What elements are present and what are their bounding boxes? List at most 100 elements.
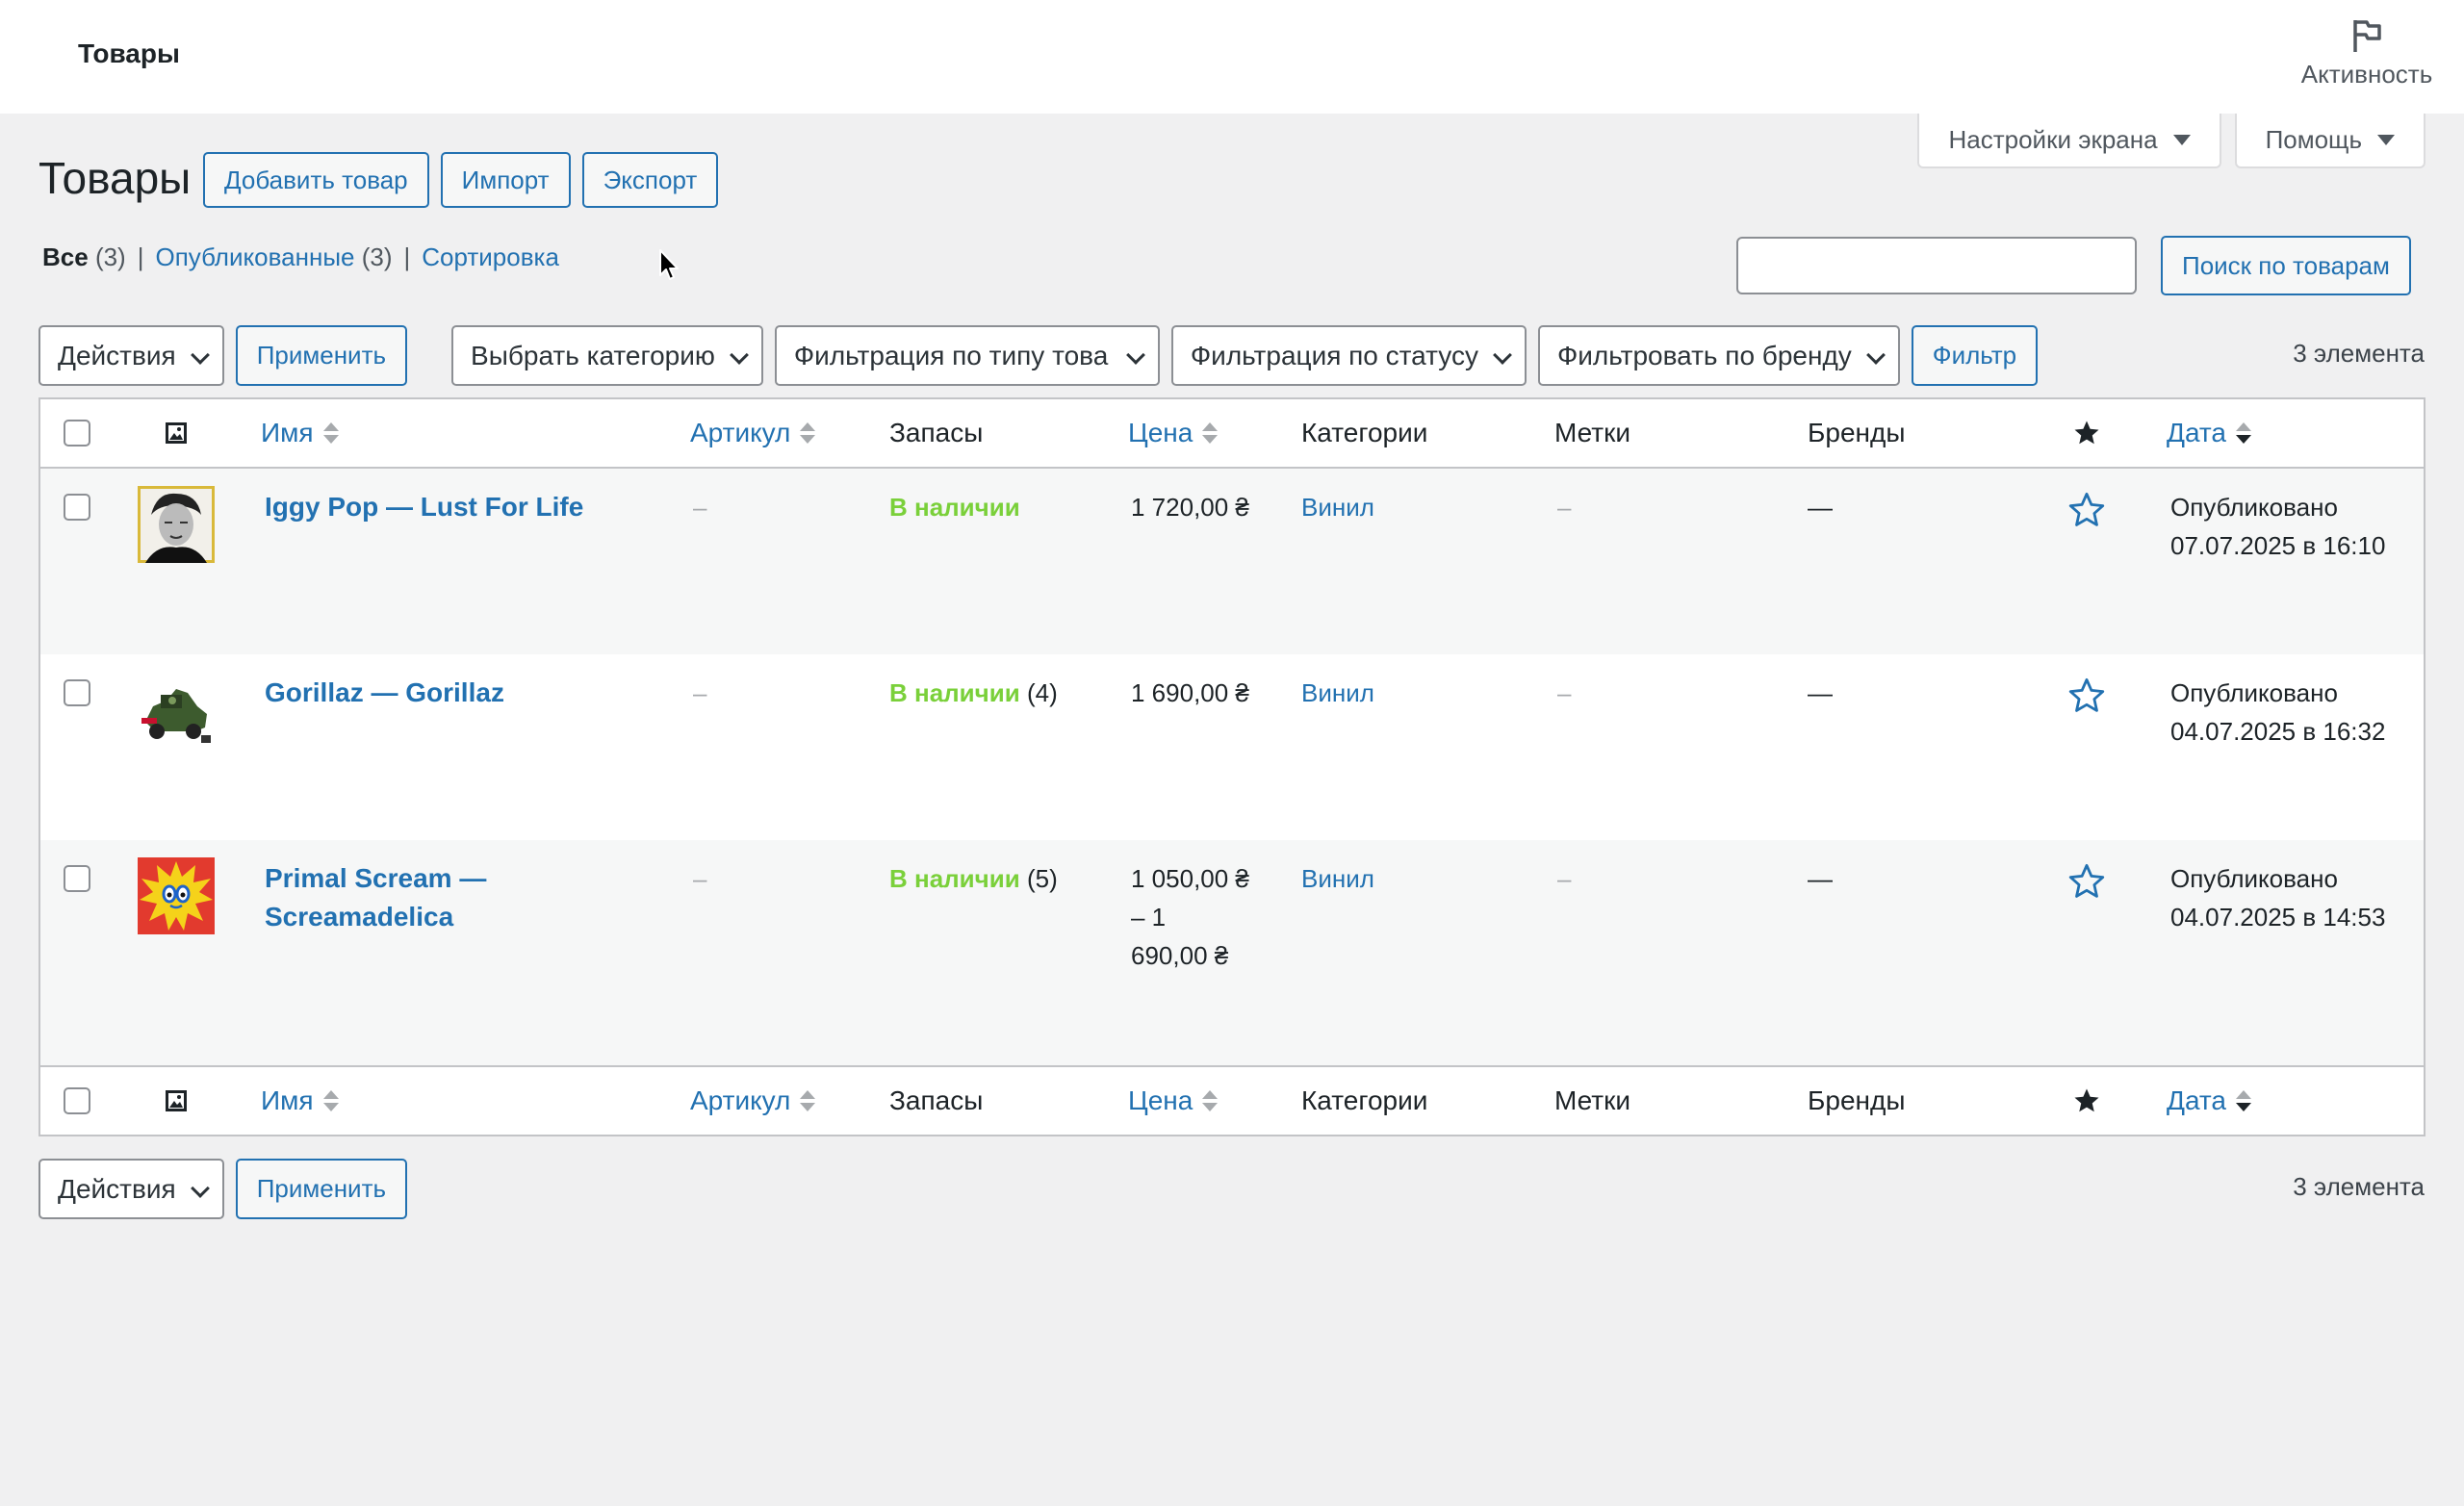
row-checkbox[interactable] (64, 494, 90, 521)
category-link[interactable]: Винил (1301, 678, 1374, 707)
price-line: – 1 (1131, 903, 1167, 932)
table-row: Iggy Pop — Lust For Life – В наличии 1 7… (40, 469, 2424, 654)
chevron-down-icon (1125, 345, 1145, 365)
featured-toggle[interactable] (2066, 490, 2107, 530)
price-line: 1 690,00 ₴ (1131, 678, 1249, 707)
export-button[interactable]: Экспорт (581, 152, 719, 208)
sku-value: – (693, 678, 707, 707)
select-all-checkbox[interactable] (64, 420, 90, 447)
sort-arrows-icon[interactable] (800, 422, 816, 444)
sku-column-header[interactable]: Артикул (690, 1085, 790, 1116)
items-count-top: 3 элемента (2293, 339, 2425, 368)
apply-button[interactable]: Применить (235, 1159, 408, 1219)
stock-qty: (4) (1026, 678, 1058, 707)
caret-down-icon (2172, 135, 2191, 145)
product-name-link[interactable]: Primal Scream — (265, 859, 486, 898)
date-column-header[interactable]: Дата (2167, 418, 2226, 448)
import-button[interactable]: Импорт (440, 152, 571, 208)
view-published-count: (3) (361, 242, 393, 271)
view-sorting-link[interactable]: Сортировка (422, 242, 559, 272)
featured-toggle[interactable] (2066, 676, 2107, 716)
price-column-header[interactable]: Цена (1128, 1085, 1193, 1116)
product-type-filter-value: Фильтрация по типу това (793, 340, 1109, 370)
product-thumbnail[interactable] (138, 672, 215, 749)
caret-down-icon (2377, 135, 2395, 145)
stock-status: В наличии (889, 678, 1020, 707)
product-thumbnail[interactable] (138, 486, 215, 563)
activity-label: Активность (2300, 60, 2433, 89)
sort-arrows-icon[interactable] (1202, 422, 1219, 444)
page-title-actions: Добавить товар Импорт Экспорт (203, 152, 719, 208)
category-filter-value: Выбрать категорию (471, 340, 715, 370)
separator: | (137, 242, 144, 271)
tags-column-header: Метки (1554, 418, 1630, 447)
sort-arrows-icon[interactable] (322, 1090, 339, 1111)
activity-button[interactable]: Активность (2295, 17, 2439, 89)
product-type-filter-select[interactable]: Фильтрация по типу това (774, 325, 1160, 386)
image-icon (166, 422, 187, 444)
sku-value: – (693, 493, 707, 522)
name-column-header[interactable]: Имя (261, 1085, 314, 1116)
view-all-link[interactable]: Все (42, 242, 89, 271)
sort-arrows-icon[interactable] (800, 1090, 816, 1111)
tags-column-header: Метки (1554, 1085, 1630, 1115)
search-products-button[interactable]: Поиск по товарам (2161, 236, 2411, 295)
stock-column-header: Запасы (889, 1085, 984, 1115)
date-status: Опубликовано (2170, 493, 2338, 522)
sort-arrows-icon[interactable] (322, 422, 339, 444)
product-name-link[interactable]: Screamadelica (265, 898, 486, 936)
tablenav-top: Действия Применить Выбрать категорию Фил… (38, 325, 2039, 386)
sort-arrows-icon[interactable] (2236, 422, 2252, 444)
stock-status: В наличии (889, 493, 1020, 522)
select-all-checkbox[interactable] (64, 1087, 90, 1114)
product-thumbnail[interactable] (138, 857, 215, 934)
brand-filter-value: Фильтровать по бренду (1556, 340, 1852, 370)
sku-column-header[interactable]: Артикул (690, 418, 790, 448)
brands-column-header: Бренды (1808, 1085, 1906, 1115)
help-label: Помощь (2265, 125, 2362, 154)
search-input[interactable] (1736, 237, 2137, 294)
price-value: 1 720,00 ₴ (1131, 488, 1249, 526)
star-outline-icon (2068, 677, 2105, 712)
screen-options-button[interactable]: Настройки экрана (1917, 114, 2221, 168)
sort-arrows-icon[interactable] (2236, 1090, 2252, 1111)
category-filter-select[interactable]: Выбрать категорию (451, 325, 763, 386)
apply-button[interactable]: Применить (235, 325, 408, 386)
row-checkbox[interactable] (64, 865, 90, 892)
tablenav-bottom: Действия Применить (38, 1159, 408, 1219)
category-link[interactable]: Винил (1301, 493, 1374, 522)
price-value: 1 050,00 ₴ – 1 690,00 ₴ (1131, 859, 1249, 975)
image-icon (166, 1090, 187, 1111)
category-link[interactable]: Винил (1301, 864, 1374, 893)
table-header: Имя Артикул Запасы Цена Категории Метки … (40, 399, 2424, 469)
price-column-header[interactable]: Цена (1128, 418, 1193, 448)
date-value: Опубликовано 04.07.2025 в 14:53 (2170, 859, 2385, 936)
chevron-down-icon (1493, 345, 1512, 365)
chevron-down-icon (190, 345, 210, 365)
row-checkbox[interactable] (64, 679, 90, 706)
items-count-bottom: 3 элемента (2293, 1172, 2425, 1201)
date-column-header[interactable]: Дата (2167, 1085, 2226, 1116)
brands-column-header: Бренды (1808, 418, 1906, 447)
product-name-link[interactable]: Iggy Pop — Lust For Life (265, 492, 583, 522)
screen-meta-links: Настройки экрана Помощь (1917, 114, 2426, 168)
bulk-action-select[interactable]: Действия (38, 1159, 224, 1219)
sort-arrows-icon[interactable] (1202, 1090, 1219, 1111)
name-column-header[interactable]: Имя (261, 418, 314, 448)
view-published-link[interactable]: Опубликованные (155, 242, 354, 271)
brand-filter-select[interactable]: Фильтровать по бренду (1537, 325, 1900, 386)
stock-status-filter-select[interactable]: Фильтрация по статусу (1170, 325, 1527, 386)
chevron-down-icon (729, 345, 749, 365)
tags-value: – (1557, 864, 1572, 893)
separator: | (403, 242, 411, 271)
add-product-button[interactable]: Добавить товар (203, 152, 429, 208)
help-button[interactable]: Помощь (2234, 114, 2426, 168)
product-name-link[interactable]: Gorillaz — Gorillaz (265, 677, 504, 707)
filter-button[interactable]: Фильтр (1911, 325, 2039, 386)
star-filled-icon (2074, 421, 2099, 445)
featured-toggle[interactable] (2066, 861, 2107, 902)
stock-qty: (5) (1026, 864, 1058, 893)
star-outline-icon (2068, 492, 2105, 526)
bulk-action-select[interactable]: Действия (38, 325, 224, 386)
star-outline-icon (2068, 863, 2105, 898)
